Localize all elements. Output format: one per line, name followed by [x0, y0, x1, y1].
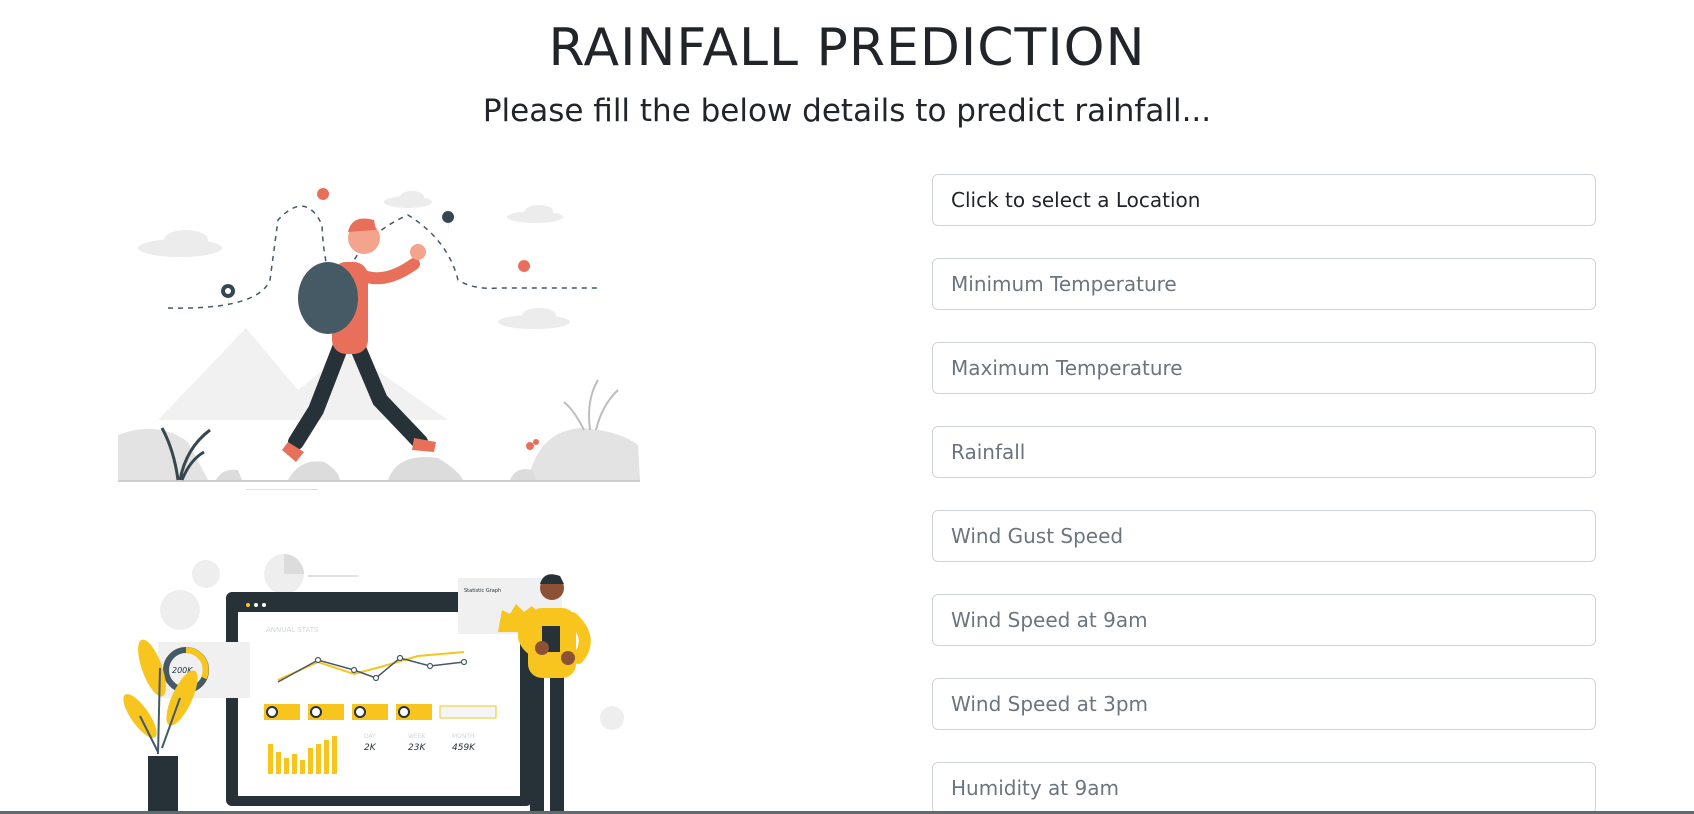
stat-value-day: 2K — [364, 743, 377, 753]
stat-label-week: WEEK — [408, 733, 427, 740]
min-temperature-input[interactable] — [932, 258, 1596, 310]
rainfall-input[interactable] — [932, 426, 1596, 478]
location-select[interactable]: Click to select a Location — [932, 174, 1596, 226]
max-temperature-input[interactable] — [932, 342, 1596, 394]
stat-label-month: MONTH — [452, 733, 475, 740]
wind-speed-9am-input[interactable] — [932, 594, 1596, 646]
prediction-form: Click to select a Location — [932, 174, 1596, 814]
stat-value-month: 459K — [452, 743, 476, 753]
dashboard-chart-title: ANNUAL STATS — [266, 626, 319, 634]
wind-gust-speed-input[interactable] — [932, 510, 1596, 562]
page-subtitle: Please fill the below details to predict… — [482, 93, 1212, 129]
stat-label-day: DAY — [364, 733, 376, 740]
dashboard-illustration: ANNUAL STATS DAY 2K WEEK 23K MONTH 459K … — [123, 554, 624, 814]
humidity-9am-input[interactable] — [932, 762, 1596, 814]
location-select-label: Click to select a Location — [951, 188, 1201, 212]
wind-speed-3pm-input[interactable] — [932, 678, 1596, 730]
stat-value-week: 23K — [408, 743, 426, 753]
stat-card-title: Statistic Graph — [464, 588, 501, 594]
hiker-illustration — [118, 188, 640, 490]
page-title: RAINFALL PREDICTION — [548, 18, 1146, 78]
